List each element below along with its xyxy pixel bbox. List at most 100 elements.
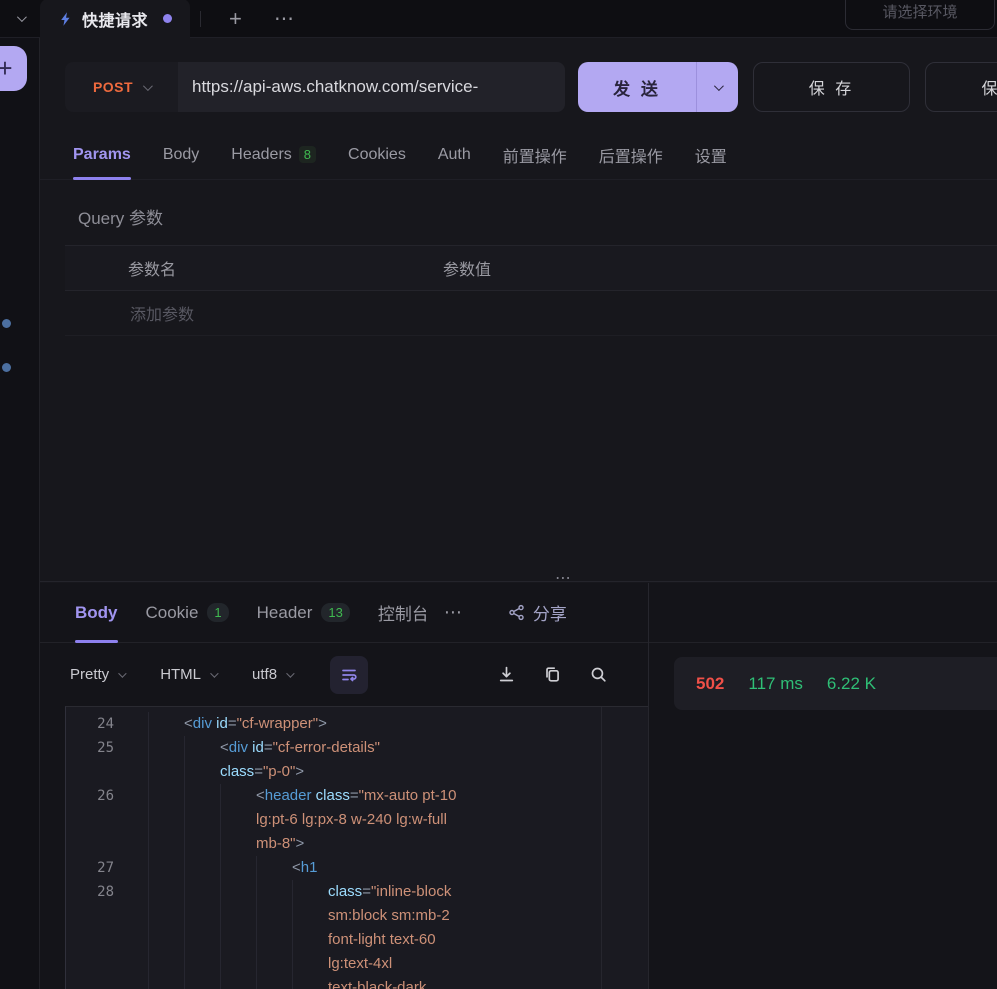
tab-headers[interactable]: Headers 8 — [231, 130, 316, 179]
tab-label: Params — [73, 146, 131, 164]
chevron-down-icon — [143, 81, 153, 91]
add-param-label: 添加参数 — [130, 301, 194, 325]
notification-dot — [2, 363, 11, 372]
tab-label: 后置操作 — [599, 143, 663, 167]
tab-pre-request[interactable]: 前置操作 — [503, 130, 567, 179]
format-select[interactable]: Pretty — [70, 666, 124, 683]
code-row: font-light text-60 — [66, 928, 648, 952]
method-label: POST — [93, 79, 133, 95]
tab-label: Auth — [438, 146, 471, 164]
code-text: <div id="cf-error-details" — [220, 736, 380, 760]
more-tabs-button[interactable]: ⋯ — [444, 602, 464, 623]
search-icon[interactable] — [589, 665, 608, 684]
tab-badge: 8 — [299, 146, 316, 164]
encoding-select[interactable]: utf8 — [252, 666, 292, 683]
line-number — [66, 976, 114, 989]
url-box: POST https://api-aws.chatknow.com/servic… — [65, 62, 565, 112]
indent-guides — [148, 952, 328, 976]
tab-quick-request[interactable]: 快捷请求 — [40, 0, 190, 38]
indent-guides — [148, 928, 328, 952]
code-row: sm:block sm:mb-2 — [66, 904, 648, 928]
unsaved-dot — [163, 14, 172, 23]
code-row: class="p-0"> — [66, 760, 648, 784]
line-number — [66, 952, 114, 976]
indent-guides — [148, 976, 328, 989]
tab-label: 控制台 — [378, 600, 426, 625]
tab-label: Headers — [231, 146, 291, 164]
indent-guides — [148, 760, 220, 784]
param-value-header: 参数值 — [380, 256, 491, 280]
code-text: sm:block sm:mb-2 — [328, 904, 450, 928]
code-text: lg:text-4xl — [328, 952, 392, 976]
save-button[interactable]: 保 存 — [753, 62, 910, 112]
url-value: https://api-aws.chatknow.com/service- — [192, 77, 478, 97]
lightning-icon — [58, 11, 73, 27]
wrap-toggle[interactable] — [330, 656, 368, 694]
tab-label: Header — [257, 603, 313, 623]
share-button[interactable]: 分享 — [508, 600, 567, 625]
query-table-header: 参数名 参数值 — [65, 245, 997, 291]
response-status-bar: 502 117 ms 6.22 K — [674, 657, 997, 710]
code-text: class="p-0"> — [220, 760, 304, 784]
method-select[interactable]: POST — [65, 62, 178, 112]
new-request-button[interactable]: + — [0, 46, 27, 91]
query-table: 参数名 参数值 添加参数 — [40, 245, 997, 336]
query-section-title: Query 参数 — [78, 204, 997, 229]
send-button[interactable]: 发 送 — [578, 62, 738, 112]
collapse-chevron-icon[interactable] — [0, 15, 40, 22]
response-meta-pane: 502 117 ms 6.22 K — [648, 583, 997, 989]
environment-placeholder: 请选择环境 — [882, 1, 957, 22]
tab-settings[interactable]: 设置 — [695, 130, 727, 179]
response-tab-body[interactable]: Body — [75, 583, 118, 642]
tab-more-button[interactable]: ⋯ — [256, 6, 314, 31]
response-toolbar: Pretty HTML utf8 — [40, 643, 648, 706]
tab-label: 前置操作 — [503, 143, 567, 167]
environment-select[interactable]: 请选择环境 — [845, 0, 995, 30]
copy-icon[interactable] — [543, 665, 562, 684]
code-row: text-black-dark — [66, 976, 648, 989]
code-row: lg:text-4xl — [66, 952, 648, 976]
send-dropdown[interactable] — [696, 62, 738, 112]
code-editor[interactable]: 24<div id="cf-wrapper">25<div id="cf-err… — [65, 706, 648, 989]
code-row: lg:pt-6 lg:px-8 w-240 lg:w-full — [66, 808, 648, 832]
status-code: 502 — [696, 674, 724, 694]
indent-guides — [148, 736, 220, 760]
indent-guides — [148, 832, 256, 856]
download-icon[interactable] — [497, 665, 516, 684]
notification-dot — [2, 319, 11, 328]
format-label: Pretty — [70, 666, 109, 683]
code-text: lg:pt-6 lg:px-8 w-240 lg:w-full — [256, 808, 447, 832]
status-size: 6.22 K — [827, 674, 876, 694]
code-row: 27<h1 — [66, 856, 648, 880]
request-bar: POST https://api-aws.chatknow.com/servic… — [40, 62, 997, 112]
new-tab-button[interactable]: + — [215, 8, 256, 30]
pane-splitter[interactable]: ⋯ — [40, 575, 997, 583]
tab-params[interactable]: Params — [73, 130, 131, 179]
language-select[interactable]: HTML — [160, 666, 216, 683]
encoding-label: utf8 — [252, 666, 277, 683]
topbar: 快捷请求 + ⋯ 请选择环境 — [0, 0, 997, 38]
tab-label: Cookie — [146, 603, 199, 623]
response-area: Body Cookie1 Header13 控制台 ⋯ 分享 Pretty HTML ut… — [40, 583, 997, 989]
response-body-pane: Body Cookie1 Header13 控制台 ⋯ 分享 Pretty HTML ut… — [40, 583, 648, 989]
tab-label: 设置 — [695, 143, 727, 167]
code-row: 24<div id="cf-wrapper"> — [66, 712, 648, 736]
code-row: 25<div id="cf-error-details" — [66, 736, 648, 760]
line-number: 26 — [66, 784, 114, 808]
url-input[interactable]: https://api-aws.chatknow.com/service- — [178, 62, 565, 112]
param-name-header: 参数名 — [65, 256, 380, 280]
code-text: text-black-dark — [328, 976, 426, 989]
tab-auth[interactable]: Auth — [438, 130, 471, 179]
response-tab-cookie[interactable]: Cookie1 — [146, 583, 229, 642]
indent-guides — [148, 904, 328, 928]
code-text: <div id="cf-wrapper"> — [184, 712, 327, 736]
code-text: mb-8"> — [256, 832, 304, 856]
tab-body[interactable]: Body — [163, 130, 199, 179]
response-tab-console[interactable]: 控制台 — [378, 583, 426, 642]
tab-cookies[interactable]: Cookies — [348, 130, 406, 179]
tab-post-request[interactable]: 后置操作 — [599, 130, 663, 179]
response-tab-header[interactable]: Header13 — [257, 583, 350, 642]
save-as-button[interactable]: 保存为 — [925, 62, 997, 112]
add-param-row[interactable]: 添加参数 — [65, 291, 997, 336]
line-number — [66, 760, 114, 784]
